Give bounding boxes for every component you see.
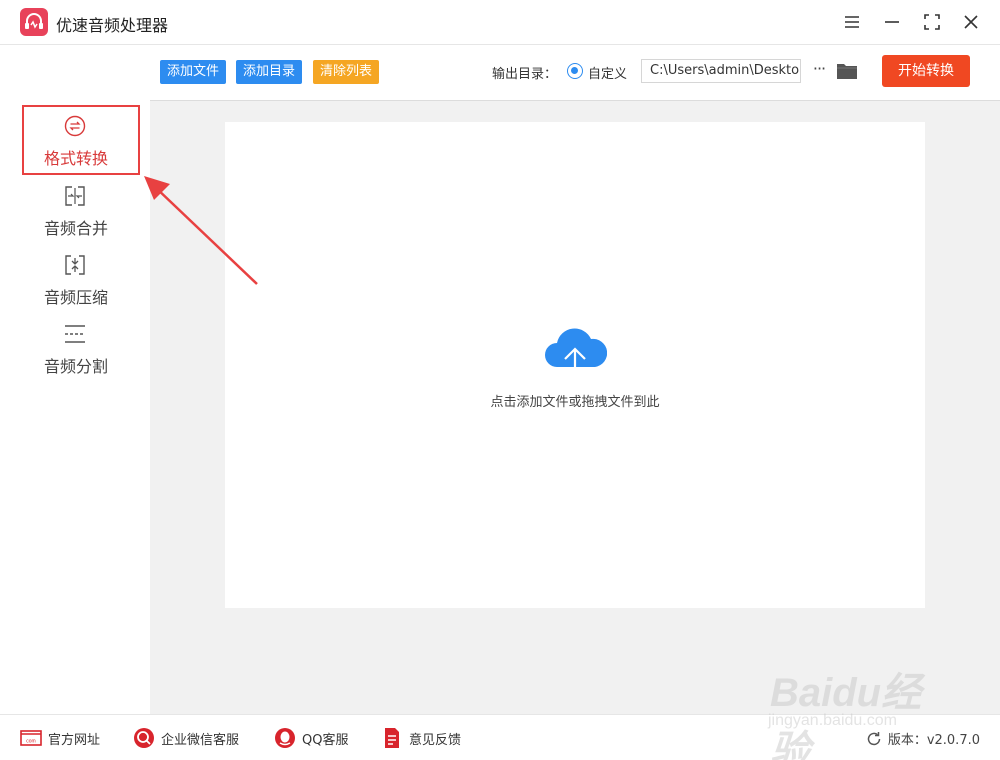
start-convert-button[interactable]: 开始转换 (882, 55, 970, 87)
toolbar: 添加文件 添加目录 清除列表 输出目录： 自定义 C:\Users\admin\… (150, 45, 1000, 101)
feedback-icon (381, 727, 403, 749)
more-options-button[interactable]: ··· (808, 59, 830, 83)
format-convert-icon (64, 115, 86, 137)
app-title: 优速音频处理器 (56, 16, 169, 35)
version-info[interactable]: 版本：v2.0.7.0 (866, 729, 980, 748)
footer: com 官方网址 企业微信客服 QQ客服 意见反馈 版本：v2.0.7.0 (0, 714, 1000, 760)
add-folder-button[interactable]: 添加目录 (236, 60, 303, 84)
menu-icon[interactable] (840, 10, 864, 34)
sidebar-item-label: 格式转换 (43, 149, 108, 168)
feedback-link[interactable]: 意见反馈 (381, 727, 461, 749)
website-icon: com (20, 727, 42, 749)
custom-output-radio[interactable] (567, 63, 583, 79)
app-logo-icon (20, 8, 48, 36)
output-dir-label: 输出目录： (492, 67, 558, 82)
custom-output-label[interactable]: 自定义 (588, 63, 627, 82)
clear-list-button[interactable]: 清除列表 (313, 60, 380, 84)
wechat-label: 企业微信客服 (161, 732, 240, 748)
audio-split-icon (64, 323, 86, 345)
wechat-support-link[interactable]: 企业微信客服 (133, 727, 239, 749)
sidebar-item-label: 音频分割 (43, 357, 108, 376)
close-icon[interactable] (959, 10, 983, 34)
title-bar: 优速音频处理器 (0, 0, 1000, 45)
qq-support-link[interactable]: QQ客服 (274, 727, 348, 749)
file-dropzone[interactable]: 点击添加文件或拖拽文件到此 (225, 122, 925, 608)
audio-merge-icon (64, 185, 86, 207)
sidebar-item-format-convert[interactable]: 格式转换 (22, 105, 140, 175)
sidebar-item-label: 音频合并 (43, 219, 108, 238)
version-label: 版本：v2.0.7.0 (887, 733, 980, 748)
minimize-icon[interactable] (880, 10, 904, 34)
website-link[interactable]: com 官方网址 (20, 727, 100, 749)
svg-text:com: com (26, 739, 35, 745)
qq-label: QQ客服 (302, 732, 349, 748)
sidebar-item-audio-split[interactable]: 音频分割 (22, 313, 140, 383)
dropzone-hint: 点击添加文件或拖拽文件到此 (490, 395, 660, 410)
website-label: 官方网址 (48, 732, 101, 748)
folder-icon[interactable] (836, 61, 858, 81)
sidebar: 格式转换 音频合并 音频压缩 音频分割 (0, 45, 150, 714)
audio-compress-icon (64, 254, 86, 276)
add-file-button[interactable]: 添加文件 (160, 60, 227, 84)
maximize-icon[interactable] (920, 10, 944, 34)
feedback-label: 意见反馈 (409, 732, 462, 748)
qq-icon (274, 727, 296, 749)
sidebar-item-audio-merge[interactable]: 音频合并 (22, 175, 140, 245)
main-panel: 添加文件 添加目录 清除列表 输出目录： 自定义 C:\Users\admin\… (150, 45, 1000, 714)
refresh-icon (866, 731, 882, 747)
wechat-icon (133, 727, 155, 749)
output-path-field[interactable]: C:\Users\admin\Deskto (641, 59, 801, 83)
cloud-upload-icon (543, 327, 608, 383)
sidebar-item-label: 音频压缩 (43, 288, 108, 307)
sidebar-item-audio-compress[interactable]: 音频压缩 (22, 244, 140, 314)
